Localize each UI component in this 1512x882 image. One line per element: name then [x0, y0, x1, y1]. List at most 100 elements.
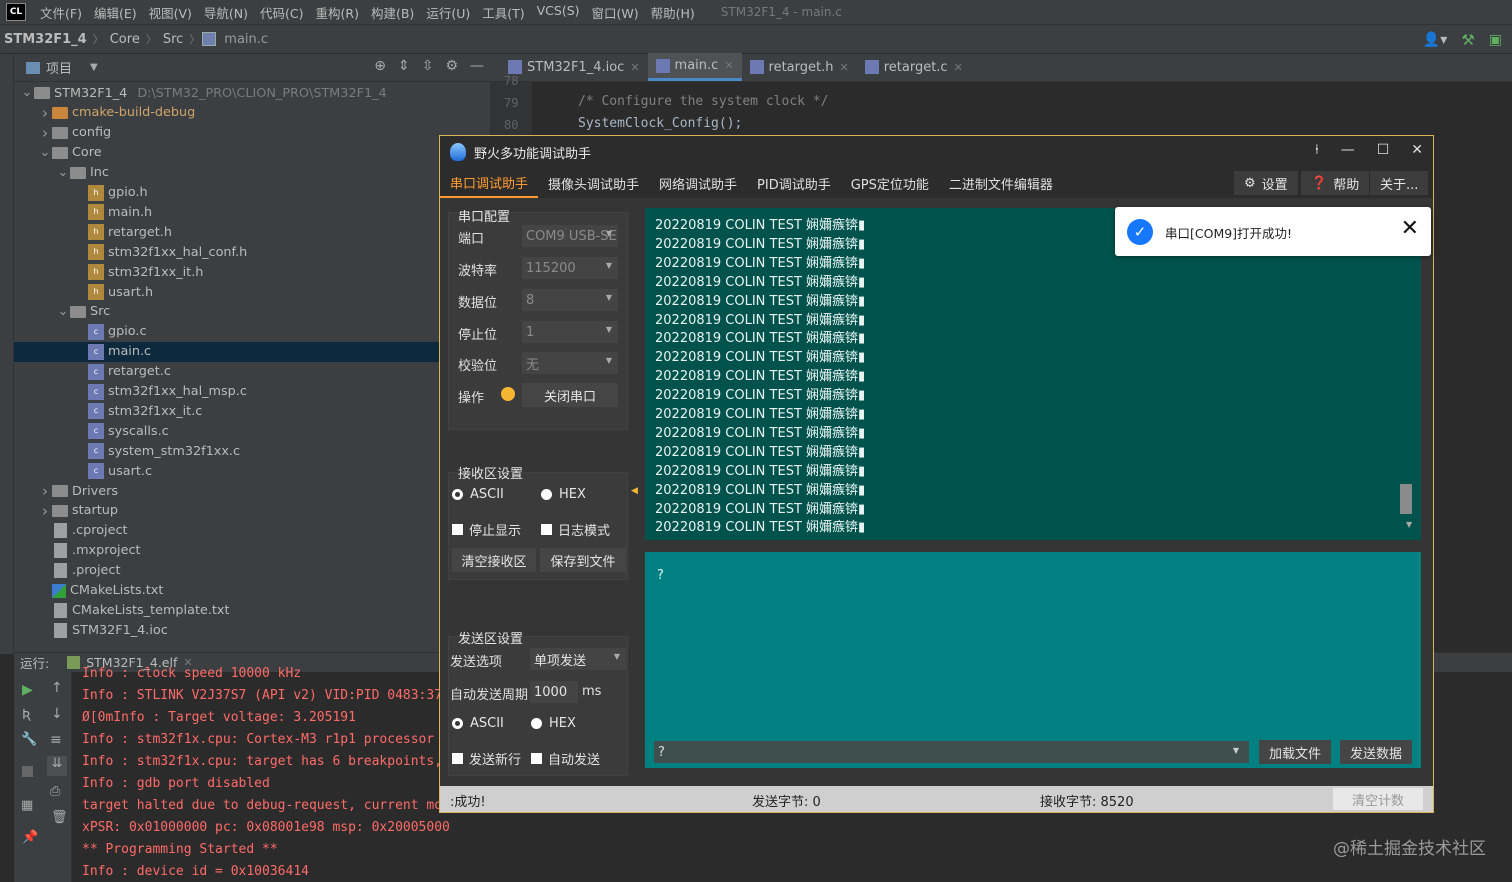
tree-item[interactable]: c stm32f1xx_it.c [14, 401, 490, 421]
trash-icon[interactable]: 🗑 [51, 810, 68, 825]
menu-item[interactable]: 代码(C) [254, 3, 309, 22]
close-icon[interactable]: ✕ [954, 61, 963, 74]
close-icon[interactable]: ✕ [724, 59, 733, 72]
menu-item[interactable]: 工具(T) [476, 3, 530, 22]
tree-item[interactable]: .project [14, 561, 490, 581]
stop-display-checkbox[interactable]: 停止显示 [452, 520, 521, 539]
menu-item[interactable]: 窗口(W) [586, 3, 645, 22]
close-icon[interactable]: ✕ [1401, 216, 1419, 241]
chevron-right-icon[interactable]: › [38, 502, 52, 520]
recv-hex-radio[interactable]: HEX [541, 487, 586, 502]
tree-item[interactable]: .mxproject [14, 541, 490, 561]
menu-item[interactable]: 文件(F) [34, 3, 88, 22]
print-icon[interactable]: ⎙ [50, 784, 60, 799]
breadcrumb-project[interactable]: STM32F1_4 [0, 32, 91, 47]
arrow-up-icon[interactable]: ↑ [51, 680, 63, 696]
breadcrumb-src[interactable]: Src [159, 32, 187, 47]
send-ascii-radio[interactable]: ASCII [452, 716, 504, 731]
minimize-icon[interactable]: — [1341, 142, 1355, 158]
chevron-down-icon[interactable]: ⌄ [56, 166, 70, 179]
pin-icon[interactable]: 📌 [22, 830, 38, 845]
menu-item[interactable]: 运行(U) [420, 3, 476, 22]
minimize-icon[interactable]: — [470, 58, 484, 74]
scroll-down-icon[interactable]: ▼ [1406, 520, 1412, 529]
auto-send-checkbox[interactable]: 自动发送 [531, 749, 600, 768]
tree-item[interactable]: h stm32f1xx_hal_conf.h [14, 242, 490, 262]
gear-icon[interactable]: ⚙ [445, 58, 458, 74]
help-button[interactable]: ❓ 帮助 [1301, 171, 1370, 195]
rerun-icon[interactable]: Ʀ [22, 708, 31, 723]
chevron-right-icon[interactable]: › [38, 104, 52, 122]
close-icon[interactable]: ✕ [840, 61, 849, 74]
close-port-button[interactable]: 关闭串口 [522, 383, 618, 407]
settings-button[interactable]: ⚙ 设置 [1234, 171, 1298, 195]
menu-item[interactable]: 导航(N) [198, 3, 254, 22]
collapse-all-icon[interactable]: ⇳ [422, 58, 434, 74]
assistant-tab[interactable]: 摄像头调试助手 [538, 168, 649, 198]
port-select[interactable]: COM9 USB-SERIAL▼ [522, 225, 618, 247]
send-area[interactable]: ? [645, 552, 1421, 768]
close-icon[interactable]: ✕ [1411, 142, 1423, 158]
tree-item[interactable]: h main.h [14, 202, 490, 222]
editor-tab[interactable]: retarget.h ✕ [742, 53, 857, 81]
menu-item[interactable]: VCS(S) [531, 3, 586, 22]
pin-icon[interactable]: ⍿ [1315, 142, 1319, 158]
send-newline-checkbox[interactable]: 发送新行 [452, 749, 521, 768]
chevron-down-icon[interactable]: ⌄ [38, 146, 52, 159]
tree-item[interactable]: c retarget.c [14, 362, 490, 382]
close-icon[interactable]: ✕ [630, 61, 639, 74]
stopbits-select[interactable]: 1 ▼ [522, 321, 618, 343]
menu-item[interactable]: 编辑(E) [88, 3, 143, 22]
chevron-down-icon[interactable]: ⌄ [20, 86, 34, 99]
send-data-button[interactable]: 发送数据 [1340, 740, 1412, 764]
arrow-down-icon[interactable]: ↓ [51, 706, 63, 722]
splitter-arrow-icon[interactable]: ◀ [631, 486, 638, 496]
user-icon[interactable]: 👤▾ [1423, 32, 1447, 48]
editor-tab[interactable]: retarget.c ✕ [857, 53, 971, 81]
auto-period-input[interactable]: 1000 [530, 681, 578, 703]
chevron-right-icon[interactable]: › [38, 124, 52, 142]
tree-item[interactable]: STM32F1_4.ioc [14, 620, 490, 640]
assistant-tab[interactable]: 二进制文件编辑器 [939, 168, 1063, 198]
run-icon[interactable]: ▶ [22, 682, 33, 698]
assistant-tab[interactable]: 网络调试助手 [649, 168, 747, 198]
parity-select[interactable]: 无 ▼ [522, 352, 618, 374]
tree-item[interactable]: c usart.c [14, 461, 490, 481]
breadcrumb-file[interactable]: main.c [220, 32, 272, 47]
tree-item[interactable]: ⌄ STM32F1_4 D:\STM32_PRO\CLION_PRO\STM32F1… [14, 83, 490, 103]
tree-item[interactable]: › config [14, 123, 490, 143]
chevron-down-icon[interactable]: ▼ [90, 62, 98, 73]
soft-wrap-icon[interactable]: ≡ [50, 732, 62, 748]
chevron-down-icon[interactable]: ⌄ [56, 305, 70, 318]
about-button[interactable]: 关于... [1370, 171, 1429, 195]
tree-item[interactable]: › Drivers [14, 481, 490, 501]
tree-item[interactable]: ⌄ Core [14, 143, 490, 163]
tree-item[interactable]: CMakeLists_template.txt [14, 600, 490, 620]
assistant-tab[interactable]: PID调试助手 [747, 168, 841, 198]
databits-select[interactable]: 8 ▼ [522, 289, 618, 311]
locate-icon[interactable]: ⊕ [374, 58, 386, 74]
maximize-icon[interactable]: ☐ [1377, 142, 1390, 158]
build-hammer-icon[interactable]: ⚒ [1461, 31, 1474, 49]
tree-item[interactable]: c system_stm32f1xx.c [14, 441, 490, 461]
tree-item[interactable]: h gpio.h [14, 183, 490, 203]
clear-count-button[interactable]: 清空计数 [1333, 788, 1423, 810]
send-history-select[interactable]: ? ▼ [654, 741, 1249, 763]
baud-select[interactable]: 115200 ▼ [522, 257, 618, 279]
target-chip-icon[interactable]: ▣ [1489, 32, 1502, 48]
breadcrumb-core[interactable]: Core [106, 32, 144, 47]
editor-tab[interactable]: STM32F1_4.ioc ✕ [500, 53, 648, 81]
tree-item[interactable]: c gpio.c [14, 322, 490, 342]
send-hex-radio[interactable]: HEX [531, 716, 576, 731]
scroll-to-end-icon[interactable]: ⇊ [47, 756, 67, 776]
send-option-select[interactable]: 单项发送 ▼ [530, 648, 626, 670]
tree-item[interactable]: c syscalls.c [14, 421, 490, 441]
wrench-icon[interactable]: 🔧 [21, 732, 37, 747]
menu-item[interactable]: 重构(R) [310, 3, 365, 22]
tree-item[interactable]: .cproject [14, 521, 490, 541]
menu-item[interactable]: 构建(B) [365, 3, 420, 22]
layout-icon[interactable]: ▦ [21, 798, 33, 813]
chevron-right-icon[interactable]: › [38, 482, 52, 500]
tree-item[interactable]: h usart.h [14, 282, 490, 302]
tree-item[interactable]: c stm32f1xx_hal_msp.c [14, 382, 490, 402]
